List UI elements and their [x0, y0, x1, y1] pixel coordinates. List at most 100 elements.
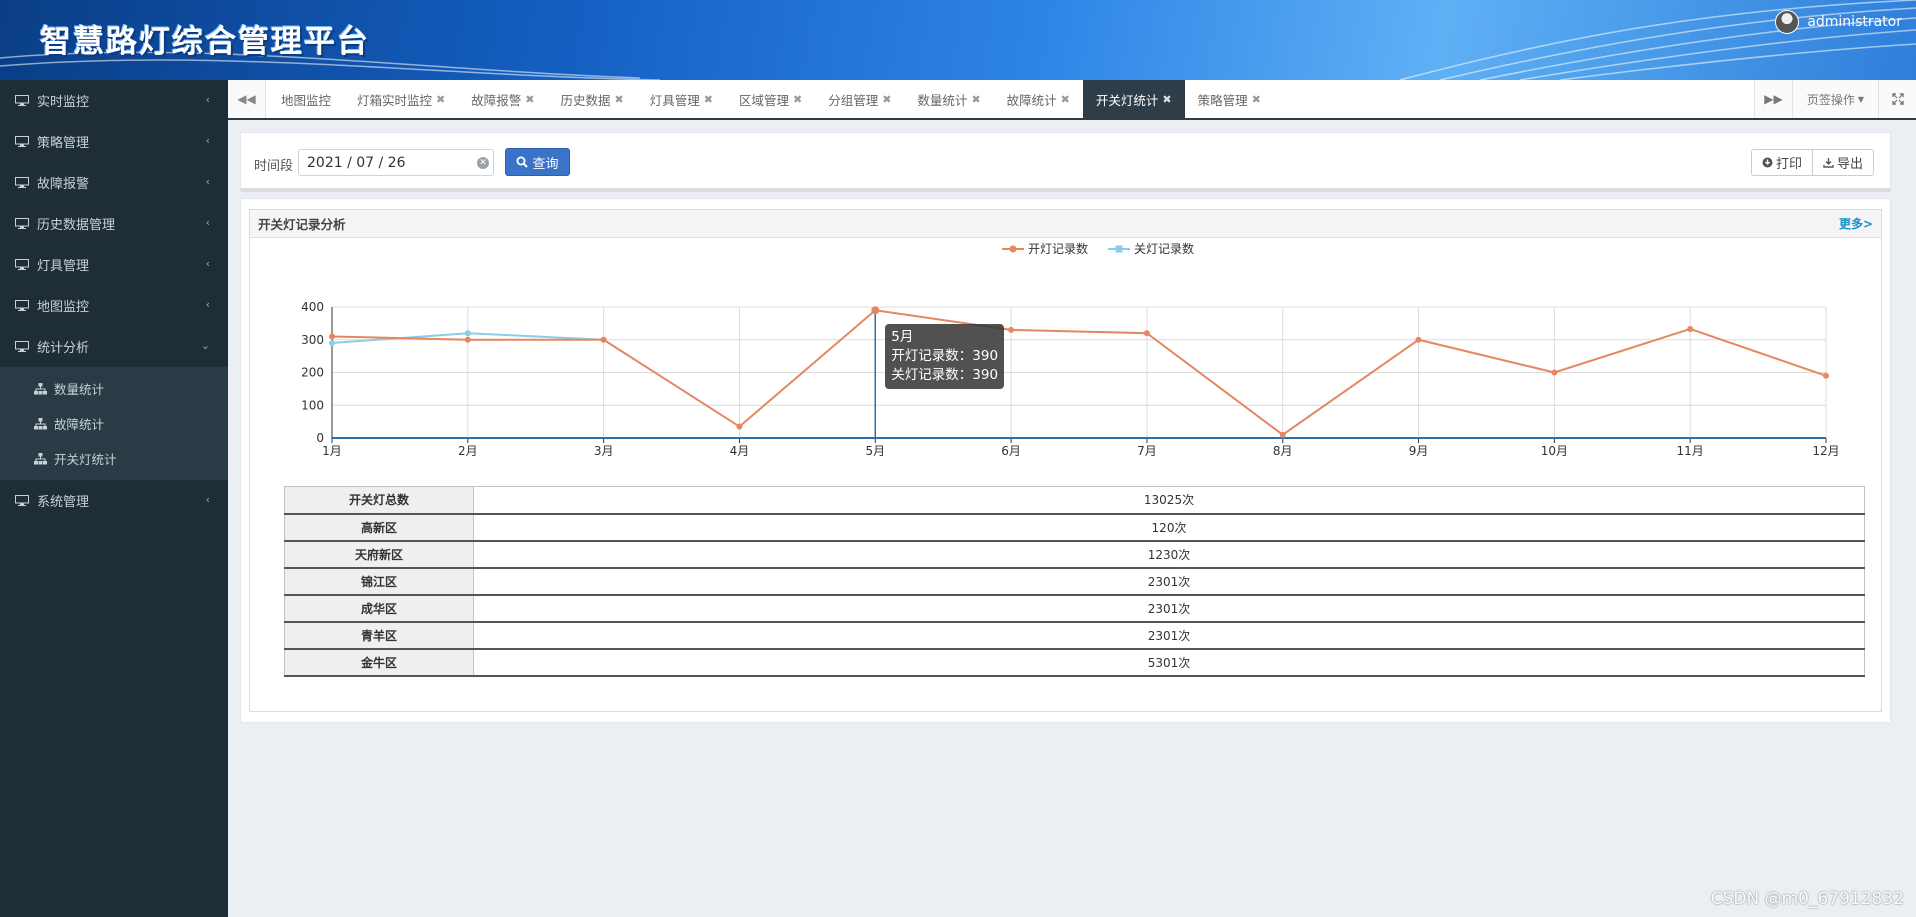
- monitor-icon: [15, 136, 29, 147]
- sidebar-item-label: 实时监控: [37, 95, 90, 110]
- tab-5[interactable]: 区域管理 ✖: [726, 80, 815, 118]
- x-tick-label: 9月: [1409, 444, 1429, 458]
- tab-label: 地图监控: [281, 92, 332, 108]
- user-name: administrator: [1807, 14, 1902, 30]
- sidebar-item-2[interactable]: 故障报警 ‹: [0, 162, 228, 203]
- export-button[interactable]: 导出: [1812, 149, 1874, 176]
- tab-label: 历史数据: [560, 92, 611, 108]
- table-row: 金牛区 5301次: [284, 648, 1865, 676]
- x-tick-label: 7月: [1137, 444, 1157, 458]
- tab-8[interactable]: 故障统计 ✖: [994, 80, 1083, 118]
- row-value: 2301次: [473, 567, 1865, 595]
- y-tick-label: 300: [301, 333, 324, 347]
- tab-7[interactable]: 数量统计 ✖: [904, 80, 993, 118]
- sidebar-subitem-2[interactable]: 开关灯统计: [0, 441, 228, 476]
- analysis-box: 开关灯记录分析 更多> 0 100 200 300 400 1月 2月 3月 4月 5月 6月 7月 8…: [249, 209, 1882, 712]
- tab-0[interactable]: 地图监控: [268, 80, 344, 118]
- tab-6[interactable]: 分组管理 ✖: [815, 80, 904, 118]
- x-tick-label: 6月: [1001, 444, 1021, 458]
- tab-3[interactable]: 历史数据 ✖: [547, 80, 636, 118]
- data-point-0: [736, 423, 743, 430]
- sidebar-subitem-0[interactable]: 数量统计: [0, 371, 228, 406]
- tab-scroll-left-button[interactable]: ◀◀: [228, 80, 266, 118]
- sidebar-item-1[interactable]: 策略管理 ‹: [0, 121, 228, 162]
- query-button[interactable]: 查询: [505, 148, 570, 176]
- date-value: 2021 / 07 / 26: [307, 154, 406, 171]
- sidebar-item-3[interactable]: 历史数据管理 ‹: [0, 203, 228, 244]
- y-tick-label: 0: [316, 431, 324, 445]
- tab-scroll-right-button[interactable]: ▶▶: [1754, 80, 1792, 118]
- download-icon: [1823, 158, 1834, 168]
- legend-label: 关灯记录数: [1134, 241, 1194, 256]
- tab-10[interactable]: 策略管理 ✖: [1185, 80, 1274, 118]
- sidebar-item-6[interactable]: 统计分析 ⌄: [0, 326, 228, 367]
- row-value: 2301次: [473, 594, 1865, 622]
- tab-operations-dropdown[interactable]: 页签操作 ▼: [1792, 80, 1878, 118]
- sidebar-item-label: 灯具管理: [37, 259, 90, 274]
- sidebar-item-label: 策略管理: [37, 136, 90, 151]
- tab-2[interactable]: 故障报警 ✖: [458, 80, 547, 118]
- monitor-icon: [15, 300, 29, 311]
- monitor-icon: [15, 218, 29, 229]
- data-point-0: [1143, 330, 1150, 337]
- x-tick-label: 10月: [1541, 444, 1568, 458]
- row-label: 高新区: [284, 513, 474, 541]
- expand-icon: [1891, 93, 1904, 105]
- x-tick-label: 3月: [594, 444, 614, 458]
- row-label: 开关灯总数: [284, 486, 474, 514]
- sidebar-item-0[interactable]: 实时监控 ‹: [0, 80, 228, 121]
- y-tick-label: 200: [301, 366, 324, 380]
- period-label: 时间段: [254, 159, 294, 174]
- monitor-icon: [15, 177, 29, 188]
- user-menu[interactable]: administrator: [1775, 10, 1902, 34]
- data-point-0: [1008, 326, 1015, 333]
- close-icon[interactable]: ✖: [1162, 93, 1171, 106]
- tab-1[interactable]: 灯箱实时监控 ✖: [344, 80, 458, 118]
- close-icon[interactable]: ✖: [971, 93, 980, 106]
- close-icon[interactable]: ✖: [704, 93, 713, 106]
- query-panel: 时间段 2021 / 07 / 26 ✕ 查询 打印 导出: [240, 132, 1891, 192]
- query-button-label: 查询: [532, 156, 559, 172]
- tab-4[interactable]: 灯具管理 ✖: [637, 80, 726, 118]
- clear-icon[interactable]: ✕: [477, 157, 489, 169]
- panel-title: 开关灯记录分析: [258, 217, 346, 232]
- sidebar-subitem-1[interactable]: 故障统计: [0, 406, 228, 441]
- x-tick-label: 1月: [322, 444, 342, 458]
- app-header: 智慧路灯综合管理平台 administrator: [0, 0, 1916, 80]
- close-icon[interactable]: ✖: [882, 93, 891, 106]
- print-button[interactable]: 打印: [1750, 149, 1813, 176]
- sidebar-item-4[interactable]: 灯具管理 ‹: [0, 244, 228, 285]
- close-icon[interactable]: ✖: [1061, 93, 1070, 106]
- x-tick-label: 12月: [1812, 444, 1839, 458]
- close-icon[interactable]: ✖: [1252, 93, 1261, 106]
- close-icon[interactable]: ✖: [615, 93, 624, 106]
- app-logo-title: 智慧路灯综合管理平台: [40, 24, 370, 60]
- tab-label: 故障统计: [1006, 92, 1057, 108]
- box-header: 开关灯记录分析 更多>: [250, 210, 1881, 238]
- data-point-0: [871, 306, 880, 315]
- close-icon[interactable]: ✖: [436, 93, 445, 106]
- tab-label: 策略管理: [1197, 92, 1248, 108]
- data-point-0: [1415, 336, 1422, 343]
- tab-actions: ▶▶ 页签操作 ▼: [1754, 80, 1916, 118]
- sidebar-item-label: 系统管理: [37, 495, 90, 510]
- sidebar-item-5[interactable]: 地图监控 ‹: [0, 285, 228, 326]
- date-input[interactable]: 2021 / 07 / 26 ✕: [298, 149, 494, 176]
- row-label: 锦江区: [284, 567, 474, 595]
- close-icon[interactable]: ✖: [793, 93, 802, 106]
- tab-9[interactable]: 开关灯统计 ✖: [1082, 80, 1185, 118]
- fullscreen-button[interactable]: [1878, 80, 1916, 118]
- sidebar-subitem-label: 故障统计: [54, 417, 105, 432]
- tab-operations-label: 页签操作: [1806, 92, 1855, 107]
- sidebar-item-system[interactable]: 系统管理 ‹: [0, 480, 228, 521]
- row-value: 13025次: [473, 486, 1865, 514]
- data-point-0: [1279, 431, 1286, 438]
- tab-label: 区域管理: [738, 92, 789, 108]
- more-link[interactable]: 更多>: [1839, 215, 1873, 232]
- row-label: 成华区: [284, 594, 474, 622]
- monitor-icon: [15, 495, 29, 506]
- sidebar-item-label: 地图监控: [37, 300, 90, 315]
- row-value: 1230次: [473, 540, 1865, 568]
- close-icon[interactable]: ✖: [525, 93, 534, 106]
- tab-label: 开关灯统计: [1095, 92, 1159, 108]
